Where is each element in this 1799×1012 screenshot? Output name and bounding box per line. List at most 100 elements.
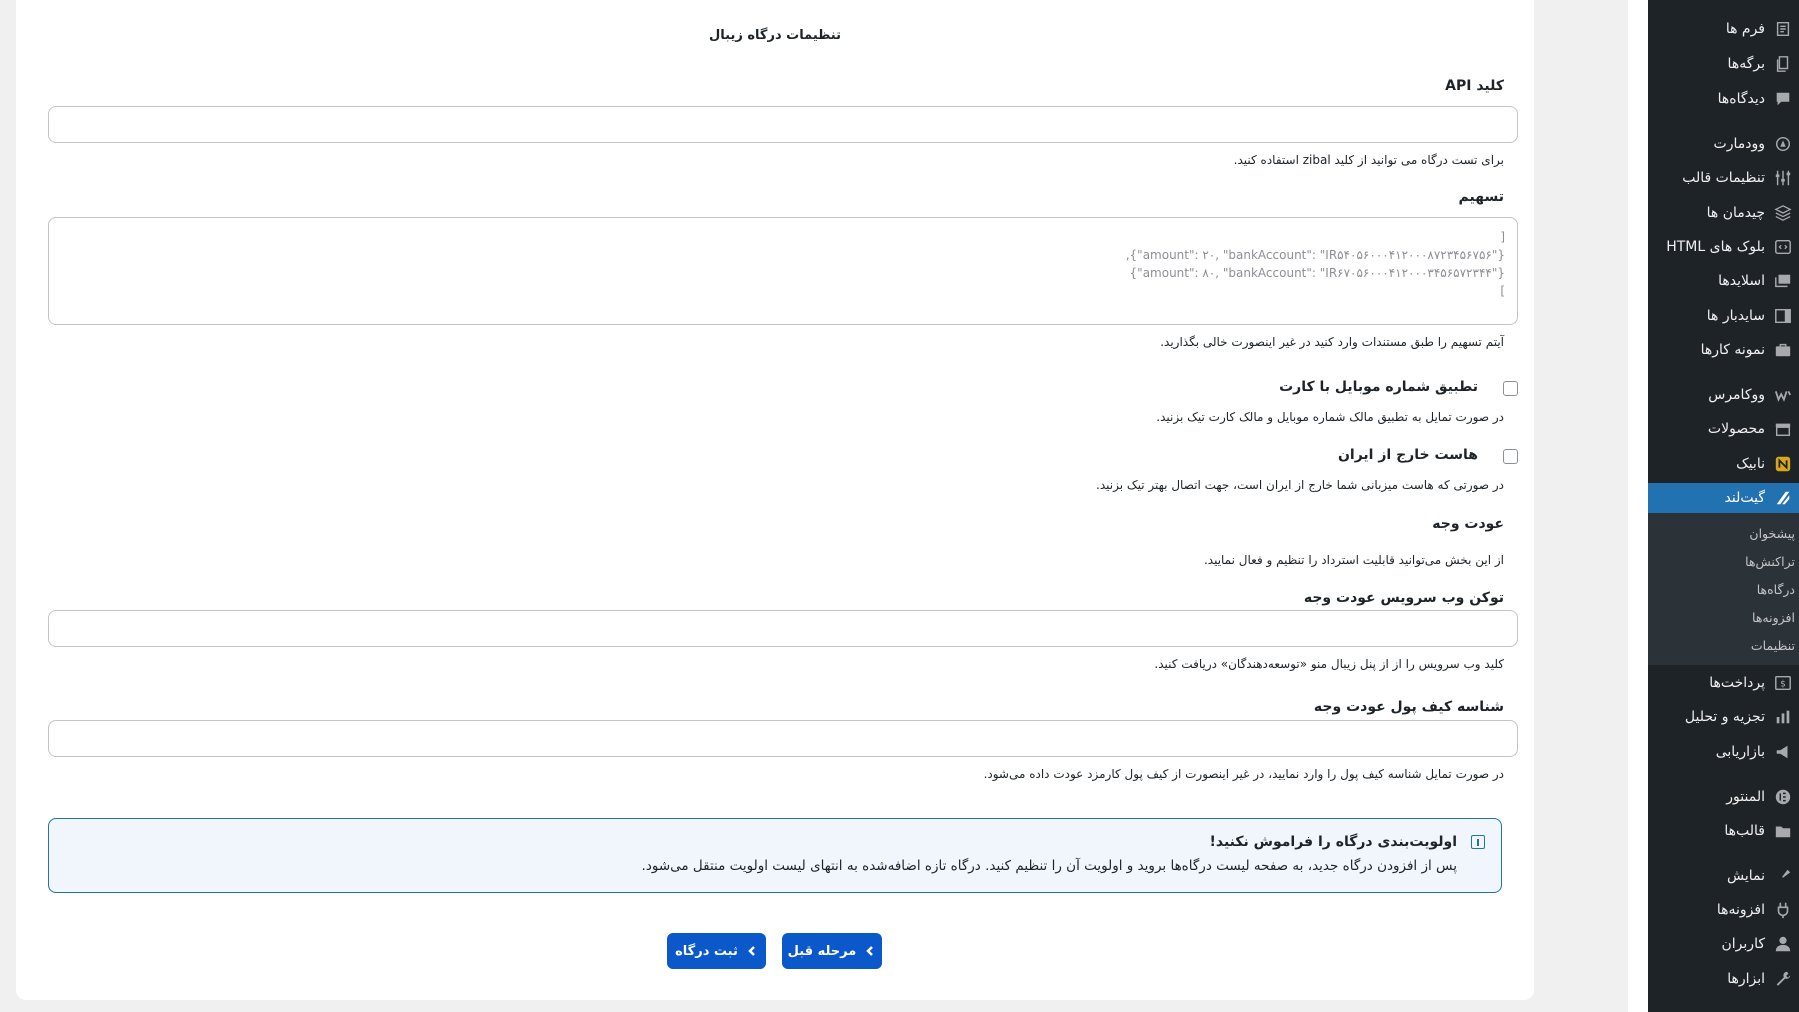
foreign-host-label: هاست خارج از ایران — [1337, 447, 1478, 463]
appearance-icon — [1773, 866, 1793, 886]
refund-token-hint: کلید وب سرویس را از از پنل زیبال منو «تو… — [1154, 657, 1504, 671]
sidebar-item-comments[interactable]: دیدگاه‌ها — [1648, 84, 1799, 114]
sidebar-item-nabik[interactable]: نابیک — [1648, 449, 1799, 479]
sidebar-item-label: بازاریابی — [1715, 744, 1765, 760]
sidebar-item-portfolio[interactable]: نمونه کارها — [1648, 335, 1799, 365]
refund-hint: از این بخش می‌توانید قابلیت استرداد را ت… — [1203, 553, 1504, 567]
sidebar-item-users[interactable]: کاربران — [1648, 929, 1799, 959]
gateland-submenu: پیشخوان تراکنش‌ها درگاه‌ها افزونه‌ها تنظ… — [1648, 510, 1799, 665]
priority-notice: اولویت‌بندی درگاه را فراموش نکنید! پس از… — [48, 818, 1502, 893]
sidebar-item-analytics[interactable]: تجزیه و تحلیل — [1648, 702, 1799, 732]
content-edge — [1628, 0, 1648, 1012]
api-key-label: کلید API — [1445, 78, 1504, 94]
submenu-item-dashboard[interactable]: پیشخوان — [1648, 520, 1799, 546]
sidebar-item-label: فرم ها — [1725, 21, 1765, 37]
html-blocks-icon — [1773, 237, 1793, 257]
svg-text:$: $ — [1780, 680, 1786, 690]
split-hint: آیتم تسهیم را طبق مستندات وارد کنید در غ… — [1160, 335, 1504, 349]
refund-token-field — [48, 610, 1518, 647]
mobile-match-label: تطبیق شماره موبایل با کارت — [1279, 379, 1478, 395]
sidebar-item-payments[interactable]: $ پرداخت‌ها — [1648, 668, 1799, 698]
sidebar-item-label: محصولات — [1707, 421, 1765, 437]
sidebar-item-label: تجزیه و تحلیل — [1684, 709, 1765, 725]
foreign-host-hint: در صورتی که هاست میزبانی شما خارج از ایر… — [1096, 478, 1504, 492]
sidebar-item-label: سایدبار ها — [1706, 308, 1765, 324]
sidebar-item-label: وودمارت — [1713, 136, 1765, 152]
admin-sidebar: پیشخوان تراکنش‌ها درگاه‌ها افزونه‌ها تنظ… — [1648, 0, 1799, 1012]
wallet-id-input[interactable] — [49, 721, 1517, 756]
templates-icon — [1773, 821, 1793, 841]
mobile-match-checkbox[interactable] — [1503, 381, 1518, 396]
sidebar-item-slides[interactable]: اسلایدها — [1648, 266, 1799, 296]
page-title: تنظیمات درگاه زیبال — [709, 28, 841, 43]
api-key-field — [48, 106, 1518, 143]
submenu-item-transactions[interactable]: تراکنش‌ها — [1648, 548, 1799, 574]
slides-icon — [1773, 271, 1793, 291]
sidebar-item-label: نمایش — [1726, 868, 1765, 884]
sidebar-item-label: افزونه‌ها — [1716, 902, 1765, 918]
form-icon — [1773, 19, 1793, 39]
sidebar-item-templates[interactable]: قالب‌ها — [1648, 816, 1799, 846]
nabik-icon — [1773, 454, 1793, 474]
sidebar-item-label: دیدگاه‌ها — [1717, 91, 1765, 107]
comments-icon — [1773, 89, 1793, 109]
sidebar-item-elementor[interactable]: المنتور — [1648, 782, 1799, 812]
sidebar-item-label: قالب‌ها — [1724, 823, 1765, 839]
elementor-icon — [1773, 787, 1793, 807]
sidebar-item-label: گیت‌لند — [1724, 490, 1765, 506]
notice-body: پس از افزودن درگاه جدید، به صفحه لیست در… — [641, 858, 1457, 874]
sidebar-item-label: نمونه کارها — [1700, 342, 1765, 358]
sidebar-item-gateland[interactable]: گیت‌لند — [1648, 483, 1799, 513]
foreign-host-checkbox[interactable] — [1503, 449, 1518, 464]
sidebar-item-tools[interactable]: ابزارها — [1648, 964, 1799, 994]
sidebar-item-woodmart[interactable]: وودمارت — [1648, 129, 1799, 159]
sidebar-item-label: نابیک — [1736, 456, 1765, 472]
refund-token-input[interactable] — [49, 611, 1517, 646]
sidebar-item-form[interactable]: فرم ها — [1648, 14, 1799, 44]
submit-gateway-button[interactable]: ثبت درگاه — [667, 933, 766, 969]
chevron-left-icon — [748, 946, 755, 956]
wallet-id-field — [48, 720, 1518, 757]
sidebar-item-layouts[interactable]: چیدمان ها — [1648, 198, 1799, 228]
portfolio-icon — [1773, 340, 1793, 360]
gateland-icon — [1773, 488, 1793, 508]
sidebar-item-label: ابزارها — [1727, 971, 1765, 987]
sidebar-item-plugins[interactable]: افزونه‌ها — [1648, 895, 1799, 925]
mobile-match-hint: در صورت تمایل به تطبیق مالک شماره موبایل… — [1156, 410, 1504, 424]
users-icon — [1773, 934, 1793, 954]
woodmart-icon — [1773, 134, 1793, 154]
sidebar-item-sidebars[interactable]: سایدبار ها — [1648, 301, 1799, 331]
sidebar-item-appearance[interactable]: نمایش — [1648, 861, 1799, 891]
sidebar-item-theme-settings[interactable]: تنظیمات قالب — [1648, 163, 1799, 193]
info-icon — [1471, 835, 1485, 849]
chevron-left-icon — [866, 946, 874, 956]
split-textarea[interactable] — [49, 218, 1517, 324]
pages-icon — [1773, 54, 1793, 74]
sidebar-item-label: ووکامرس — [1708, 387, 1765, 403]
sidebar-item-label: پرداخت‌ها — [1709, 675, 1765, 691]
api-key-input[interactable] — [49, 107, 1517, 142]
sidebar-item-pages[interactable]: برگه‌ها — [1648, 49, 1799, 79]
sidebar-item-label: المنتور — [1726, 789, 1765, 805]
submenu-item-gateways[interactable]: درگاه‌ها — [1648, 576, 1799, 602]
wallet-id-label: شناسه کیف پول عودت وجه — [1313, 699, 1504, 715]
sidebar-item-marketing[interactable]: بازاریابی — [1648, 737, 1799, 767]
previous-step-label: مرحله قبل — [787, 943, 857, 959]
analytics-icon — [1773, 707, 1793, 727]
submenu-item-addons[interactable]: افزونه‌ها — [1648, 604, 1799, 630]
sidebar-item-label: اسلایدها — [1718, 273, 1765, 289]
sidebars-icon — [1773, 306, 1793, 326]
marketing-icon — [1773, 742, 1793, 762]
sidebar-item-label: کاربران — [1721, 936, 1765, 952]
sidebar-item-products[interactable]: محصولات — [1648, 414, 1799, 444]
layouts-icon — [1773, 203, 1793, 223]
sidebar-item-html-blocks[interactable]: بلوک های HTML — [1648, 232, 1799, 262]
sidebar-item-label: برگه‌ها — [1727, 56, 1765, 72]
sidebar-item-woocommerce[interactable]: ووکامرس — [1648, 380, 1799, 410]
split-field — [48, 217, 1518, 325]
tools-icon — [1773, 969, 1793, 989]
previous-step-button[interactable]: مرحله قبل — [782, 933, 882, 969]
theme-settings-icon — [1773, 168, 1793, 188]
submenu-item-settings[interactable]: تنظیمات — [1648, 632, 1799, 658]
woocommerce-icon — [1773, 385, 1793, 405]
